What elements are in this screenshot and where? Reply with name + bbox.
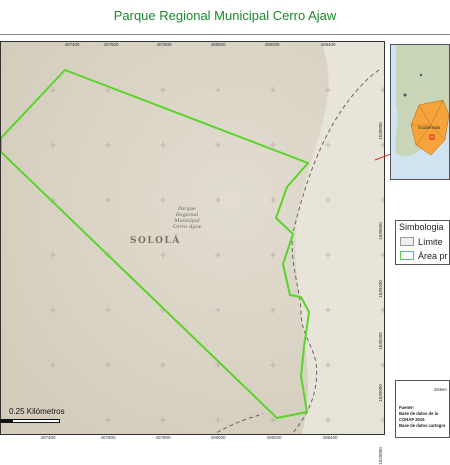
tick-label: 407800	[155, 435, 171, 440]
legend-title: Simbologia	[399, 222, 444, 232]
map-title: Parque Regional Municipal Cerro Ajaw	[0, 0, 450, 35]
park-name-map-label: Parque Regional Municipal Cerro Ajaw	[172, 206, 202, 230]
tick-label: 408000	[210, 42, 226, 47]
scale-bar-label: 0.25 Kilómetros	[9, 407, 65, 416]
tick-label: 1630000	[378, 384, 383, 402]
info-line: Base de datos de la	[399, 411, 439, 416]
map-canvas	[1, 42, 384, 434]
tick-label: 407400	[64, 42, 80, 47]
inset-country-label: Guatemala	[418, 125, 441, 130]
tick-label: 407600	[100, 435, 116, 440]
tick-label: 407800	[156, 42, 172, 47]
tick-label: 408400	[320, 42, 336, 47]
tick-label: 1630200	[378, 332, 383, 350]
tick-label: 407400	[40, 435, 56, 440]
inset-locator-map[interactable]	[390, 44, 450, 180]
ruler-top: 407400 407600 407800 408000 408200 40840…	[0, 41, 385, 49]
info-line: CONAP 2016	[399, 417, 425, 422]
tick-label: 408200	[264, 42, 280, 47]
source-info-box: Sistem Fuente: Base de datos de la CONAP…	[395, 380, 450, 438]
legend-item-area: Área pr	[400, 251, 448, 263]
tick-label: 408400	[322, 435, 338, 440]
ruler-bottom: 407400 407600 407800 408000 408200 40840…	[0, 434, 385, 442]
inset-city-dot	[419, 73, 423, 77]
ruler-right: 1629800 1630000 1630200 1630400 1630600 …	[376, 41, 385, 465]
info-heading: Sistem	[434, 387, 447, 392]
legend-swatch-green	[400, 251, 414, 260]
legend-swatch-grey	[400, 237, 414, 246]
legend-item-label: Área pr	[418, 251, 448, 261]
info-line: Base de datos cartogra	[399, 423, 446, 428]
inset-city-dot	[403, 93, 407, 97]
scale-bar	[0, 419, 60, 423]
info-line: Fuente:	[399, 405, 415, 410]
main-map[interactable]	[0, 41, 385, 435]
legend: Simbologia Límite Área pr	[395, 220, 450, 265]
legend-item-label: Límite	[418, 237, 443, 247]
inset-canvas	[395, 45, 449, 157]
tick-label: 1630600	[378, 222, 383, 240]
tick-label: 408200	[266, 435, 282, 440]
tick-label: 408000	[210, 435, 226, 440]
legend-item-limite: Límite	[400, 237, 443, 249]
tick-label: 1630400	[378, 280, 383, 298]
department-map-label: SOLOLÁ	[130, 236, 181, 246]
tick-label: 407600	[103, 42, 119, 47]
